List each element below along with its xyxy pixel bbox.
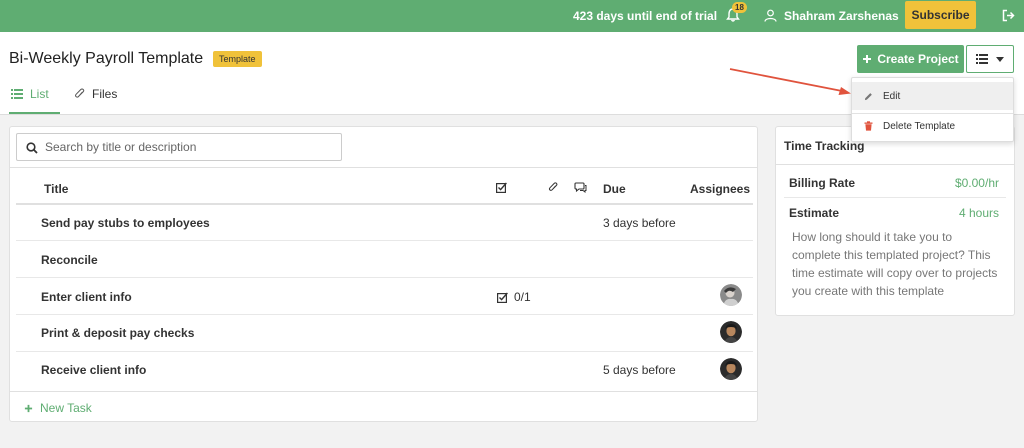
delete-template-menu-item[interactable]: Delete Template — [852, 112, 1013, 140]
trial-status: 423 days until end of trial — [573, 9, 718, 23]
task-due: 5 days before — [603, 363, 676, 377]
create-project-button[interactable]: Create Project — [857, 45, 964, 73]
row-divider — [16, 240, 753, 241]
row-divider — [16, 277, 753, 278]
attachments-column-icon — [548, 182, 558, 191]
row-divider — [16, 351, 753, 352]
new-task-label: New Task — [40, 401, 92, 415]
column-header-assignees[interactable]: Assignees — [690, 182, 750, 196]
subscribe-button[interactable]: Subscribe — [905, 1, 976, 29]
divider — [784, 197, 1006, 198]
task-title[interactable]: Receive client info — [41, 363, 146, 377]
delete-template-label: Delete Template — [883, 120, 956, 132]
template-options-dropdown: Edit Delete Template — [851, 77, 1014, 142]
notification-count-badge: 18 — [732, 2, 747, 13]
tab-files[interactable]: Files — [75, 87, 117, 101]
pencil-icon — [864, 92, 872, 100]
divider — [776, 164, 1014, 165]
active-tab-indicator — [9, 112, 60, 114]
billing-rate-label: Billing Rate — [789, 176, 856, 190]
task-title[interactable]: Enter client info — [41, 290, 132, 304]
tab-list[interactable]: List — [11, 87, 49, 101]
search-box — [16, 133, 342, 161]
user-icon — [764, 9, 777, 22]
list-icon — [976, 54, 988, 64]
task-checklist: 0/1 — [497, 290, 531, 304]
page-title: Bi-Weekly Payroll Template — [9, 50, 204, 67]
assignee-avatar[interactable] — [720, 321, 742, 343]
task-list-card: Title Due Assignees Send pay stubs to em… — [9, 126, 758, 422]
assignee-avatar[interactable] — [720, 284, 742, 306]
search-icon — [26, 142, 38, 154]
divider — [10, 167, 757, 168]
task-due: 3 days before — [603, 216, 676, 230]
task-title[interactable]: Send pay stubs to employees — [41, 216, 210, 230]
column-header-title[interactable]: Title — [44, 182, 68, 196]
plus-icon — [863, 55, 872, 63]
create-project-label: Create Project — [877, 52, 959, 66]
tab-list-label: List — [30, 87, 49, 101]
task-title[interactable]: Reconcile — [41, 253, 98, 267]
edit-menu-item[interactable]: Edit — [852, 82, 1013, 110]
estimate-description: How long should it take you to complete … — [792, 230, 998, 298]
template-badge: Template — [213, 51, 262, 67]
caret-down-icon — [996, 56, 1004, 62]
header-divider — [16, 203, 753, 205]
edit-label: Edit — [883, 90, 901, 102]
assignee-avatar[interactable] — [720, 358, 742, 380]
plus-icon — [24, 404, 33, 412]
list-icon — [11, 89, 23, 99]
comments-column-icon — [574, 182, 587, 193]
tab-files-label: Files — [92, 87, 118, 101]
new-task-button[interactable]: New Task — [24, 401, 92, 415]
checklist-progress: 0/1 — [514, 290, 531, 304]
search-input[interactable] — [45, 138, 335, 156]
divider — [10, 391, 757, 392]
annotation-arrow — [729, 68, 851, 95]
checklist-column-icon — [496, 182, 507, 193]
estimate-value[interactable]: 4 hours — [959, 206, 999, 220]
billing-rate-value[interactable]: $0.00/hr — [955, 176, 999, 190]
top-bar: 423 days until end of trial 18 Shahram Z… — [0, 0, 1024, 32]
row-divider — [16, 314, 753, 315]
logout-icon[interactable] — [1002, 9, 1015, 22]
task-title[interactable]: Print & deposit pay checks — [41, 326, 194, 340]
time-tracking-card: Time Tracking Billing Rate $0.00/hr Esti… — [775, 126, 1015, 316]
paperclip-icon — [75, 88, 85, 98]
checklist-icon — [497, 292, 508, 303]
column-header-due[interactable]: Due — [603, 182, 626, 196]
template-options-button[interactable] — [966, 45, 1014, 73]
estimate-label: Estimate — [789, 206, 840, 220]
user-name[interactable]: Shahram Zarshenas — [784, 9, 899, 23]
trash-icon — [864, 121, 873, 131]
